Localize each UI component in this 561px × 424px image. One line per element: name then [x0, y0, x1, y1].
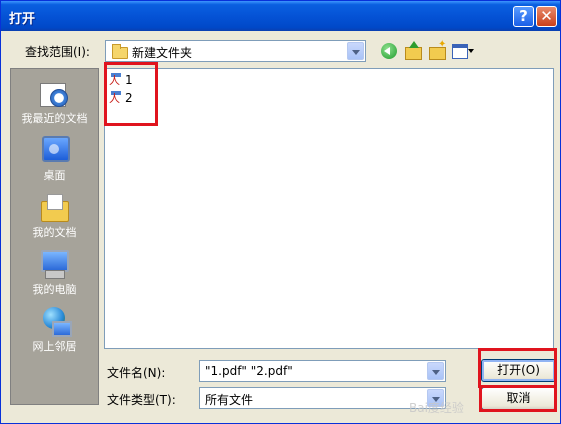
my-computer-icon — [38, 248, 70, 279]
place-label: 桌面 — [43, 169, 66, 182]
file-type-label: 文件类型(T): — [107, 393, 176, 407]
place-network[interactable]: 网上邻居 — [11, 301, 98, 358]
place-label: 我的电脑 — [32, 283, 77, 296]
place-my-computer[interactable]: 我的电脑 — [11, 244, 98, 301]
views-menu-icon[interactable] — [451, 42, 475, 60]
chevron-down-icon[interactable] — [427, 362, 444, 380]
open-file-dialog: 打开 ? ✕ 查找范围(I): 新建文件夹 我最近的文档 桌面 我的文档 我的电… — [0, 0, 561, 424]
file-type-value: 所有文件 — [205, 393, 254, 407]
cancel-highlight-box — [479, 385, 557, 412]
folder-icon — [112, 44, 128, 59]
close-button[interactable]: ✕ — [536, 6, 557, 27]
file-list[interactable]: 1 2 — [104, 68, 554, 349]
place-label: 我的文档 — [32, 226, 77, 239]
place-label: 网上邻居 — [32, 340, 77, 353]
title-bar[interactable]: 打开 ? ✕ — [1, 1, 560, 31]
open-highlight-box — [478, 348, 557, 388]
look-in-label: 查找范围(I): — [25, 45, 90, 59]
help-button[interactable]: ? — [513, 6, 534, 27]
place-recent-documents[interactable]: 我最近的文档 — [11, 73, 98, 130]
look-in-value: 新建文件夹 — [132, 46, 193, 60]
desktop-icon — [38, 134, 70, 164]
recent-documents-icon — [38, 77, 70, 107]
network-places-icon — [38, 305, 72, 337]
new-folder-icon[interactable] — [427, 39, 447, 60]
file-highlight-box — [104, 62, 158, 126]
places-bar: 我最近的文档 桌面 我的文档 我的电脑 网上邻居 — [10, 68, 99, 405]
file-name-input[interactable]: "1.pdf" "2.pdf" — [199, 360, 446, 382]
file-name-value: "1.pdf" "2.pdf" — [205, 364, 293, 378]
chevron-down-icon[interactable] — [347, 42, 364, 60]
file-name-label: 文件名(N): — [107, 366, 166, 380]
look-in-dropdown[interactable]: 新建文件夹 — [105, 40, 366, 62]
back-icon[interactable] — [379, 42, 399, 60]
place-my-documents[interactable]: 我的文档 — [11, 187, 98, 244]
place-label: 我最近的文档 — [21, 112, 88, 125]
watermark: Bai度经验 — [409, 401, 464, 415]
my-documents-icon — [38, 191, 70, 222]
window-title: 打开 — [9, 12, 36, 27]
place-desktop[interactable]: 桌面 — [11, 130, 98, 187]
up-folder-icon[interactable] — [403, 41, 423, 60]
